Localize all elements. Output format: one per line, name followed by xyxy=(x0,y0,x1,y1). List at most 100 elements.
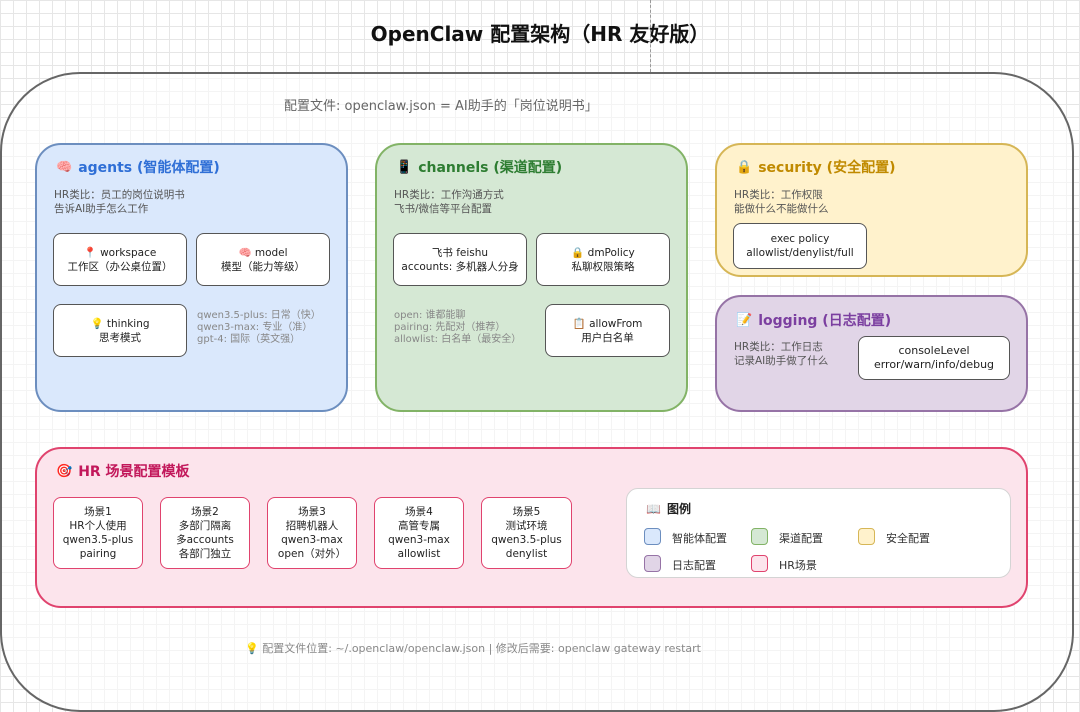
node-name: 飞书 feishu xyxy=(431,246,489,259)
console-level-node[interactable]: consoleLevel error/warn/info/debug xyxy=(858,336,1010,380)
logging-title-text: logging (日志配置) xyxy=(758,313,892,329)
channels-desc-line: 飞书/微信等平台配置 xyxy=(394,203,493,215)
agents-desc-line: HR类比：员工的岗位说明书 xyxy=(54,189,185,201)
hr-card-title: 🎯 HR 场景配置模板 xyxy=(56,461,190,481)
lock-icon: 🔒 xyxy=(571,246,585,259)
logging-desc-line: 记录AI助手做了什么 xyxy=(734,355,829,367)
logging-card-title: 📝 logging (日志配置) xyxy=(736,310,891,330)
scene-line: HR个人使用 xyxy=(69,520,127,532)
node-desc: allowlist/denylist/full xyxy=(746,247,854,259)
legend-title-text: 图例 xyxy=(666,502,691,516)
node-desc: error/warn/info/debug xyxy=(873,358,995,371)
scene-name: 场景4 xyxy=(405,506,433,518)
footer-note: 💡 配置文件位置: ~/.openclaw/openclaw.json | 修改… xyxy=(245,642,701,655)
brain-icon: 🧠 xyxy=(238,246,252,259)
scene-line: denylist xyxy=(505,548,548,560)
policy-note: open: 谁都能聊 xyxy=(394,310,466,321)
scene-line: qwen3.5-plus xyxy=(491,534,562,546)
scene-line: qwen3.5-plus xyxy=(62,534,134,546)
channels-desc-line: HR类比：工作沟通方式 xyxy=(394,189,504,201)
agents-title-text: agents (智能体配置) xyxy=(78,160,220,176)
workspace-node[interactable]: 📍 workspace 工作区（办公桌位置） xyxy=(53,233,187,286)
legend-swatch-agents xyxy=(644,528,661,545)
scene-line: 招聘机器人 xyxy=(285,520,339,532)
scene-line: 多accounts xyxy=(176,534,234,546)
scene-1-node[interactable]: 场景1 HR个人使用 qwen3.5-plus pairing xyxy=(53,497,143,569)
scene-line: 高管专属 xyxy=(398,520,440,532)
node-desc: 模型（能力等级） xyxy=(221,260,305,273)
logging-desc: HR类比：工作日志 记录AI助手做了什么 xyxy=(734,340,828,368)
legend-title: 📖 图例 xyxy=(646,500,691,517)
scene-name: 场景5 xyxy=(512,506,541,518)
policy-note: pairing: 先配对（推荐） xyxy=(394,322,506,333)
scene-4-node[interactable]: 场景4 高管专属 qwen3-max allowlist xyxy=(374,497,464,569)
hr-title-text: HR 场景配置模板 xyxy=(78,464,190,480)
node-desc: 私聊权限策略 xyxy=(571,260,635,273)
model-note: qwen3.5-plus: 日常（快） xyxy=(197,310,321,321)
dmpolicy-node[interactable]: 🔒 dmPolicy 私聊权限策略 xyxy=(536,233,670,286)
policy-note: allowlist: 白名单（最安全） xyxy=(394,334,522,345)
brain-icon: 🧠 xyxy=(56,159,73,175)
dashed-divider xyxy=(650,0,651,72)
channels-desc: HR类比：工作沟通方式 飞书/微信等平台配置 xyxy=(394,188,504,216)
legend-swatch-channels xyxy=(751,528,768,545)
phone-icon: 📱 xyxy=(396,159,413,175)
model-notes: qwen3.5-plus: 日常（快） qwen3-max: 专业（准） gpt… xyxy=(197,310,321,346)
node-desc: accounts: 多机器人分身 xyxy=(401,260,519,273)
book-icon: 📖 xyxy=(646,501,661,516)
agents-desc-line: 告诉AI助手怎么工作 xyxy=(54,203,149,215)
feishu-node[interactable]: 飞书 feishu accounts: 多机器人分身 xyxy=(393,233,527,286)
agents-card-title: 🧠 agents (智能体配置) xyxy=(56,157,220,177)
page-title: OpenClaw 配置架构（HR 友好版） xyxy=(370,22,710,46)
config-file-subtitle: 配置文件: openclaw.json = AI助手的「岗位说明书」 xyxy=(284,99,598,114)
node-desc: 工作区（办公桌位置） xyxy=(67,260,173,273)
scene-line: 各部门独立 xyxy=(178,548,232,560)
node-name: exec policy xyxy=(770,233,830,245)
channels-title-text: channels (渠道配置) xyxy=(418,160,563,176)
node-name: workspace xyxy=(100,246,157,259)
scene-line: open（对外） xyxy=(277,548,347,560)
node-name: model xyxy=(254,246,288,259)
security-card-title: 🔒 security (安全配置) xyxy=(736,157,895,177)
allowfrom-node[interactable]: 📋 allowFrom 用户白名单 xyxy=(545,304,670,357)
node-desc: 用户白名单 xyxy=(581,331,634,344)
agents-desc: HR类比：员工的岗位说明书 告诉AI助手怎么工作 xyxy=(54,188,185,216)
legend-label: HR场景 xyxy=(779,559,817,572)
security-desc-line: HR类比：工作权限 xyxy=(734,189,823,201)
scene-line: qwen3-max xyxy=(281,534,343,546)
scene-2-node[interactable]: 场景2 多部门隔离 多accounts 各部门独立 xyxy=(160,497,250,569)
legend-label: 渠道配置 xyxy=(779,532,823,545)
node-name: dmPolicy xyxy=(587,246,635,259)
scene-3-node[interactable]: 场景3 招聘机器人 qwen3-max open（对外） xyxy=(267,497,357,569)
legend-swatch-hr xyxy=(751,555,768,572)
thinking-node[interactable]: 💡 thinking 思考模式 xyxy=(53,304,187,357)
logging-desc-line: HR类比：工作日志 xyxy=(734,341,823,353)
security-desc: HR类比：工作权限 能做什么不能做什么 xyxy=(734,188,829,216)
security-desc-line: 能做什么不能做什么 xyxy=(734,203,829,215)
lock-icon: 🔒 xyxy=(736,159,753,175)
legend-label: 智能体配置 xyxy=(672,532,727,545)
legend-swatch-logging xyxy=(644,555,661,572)
security-title-text: security (安全配置) xyxy=(758,160,896,176)
scene-name: 场景2 xyxy=(191,506,219,518)
target-icon: 🎯 xyxy=(56,463,73,479)
node-name: allowFrom xyxy=(589,317,643,330)
model-note: gpt-4: 国际（英文强） xyxy=(197,334,301,345)
pin-icon: 📍 xyxy=(83,246,97,259)
legend-label: 安全配置 xyxy=(886,532,930,545)
scene-name: 场景1 xyxy=(84,506,112,518)
memo-icon: 📝 xyxy=(736,312,753,328)
scene-line: qwen3-max xyxy=(388,534,450,546)
scene-name: 场景3 xyxy=(298,506,326,518)
exec-policy-node[interactable]: exec policy allowlist/denylist/full xyxy=(733,223,867,269)
scene-line: 多部门隔离 xyxy=(178,520,232,532)
legend-label: 日志配置 xyxy=(672,559,716,572)
scene-line: allowlist xyxy=(397,548,441,560)
scene-line: 测试环境 xyxy=(505,520,548,532)
channels-card-title: 📱 channels (渠道配置) xyxy=(396,157,562,177)
lightbulb-icon: 💡 xyxy=(90,317,104,330)
model-node[interactable]: 🧠 model 模型（能力等级） xyxy=(196,233,330,286)
policy-notes: open: 谁都能聊 pairing: 先配对（推荐） allowlist: 白… xyxy=(394,310,521,346)
model-note: qwen3-max: 专业（准） xyxy=(197,322,313,333)
scene-5-node[interactable]: 场景5 测试环境 qwen3.5-plus denylist xyxy=(481,497,572,569)
